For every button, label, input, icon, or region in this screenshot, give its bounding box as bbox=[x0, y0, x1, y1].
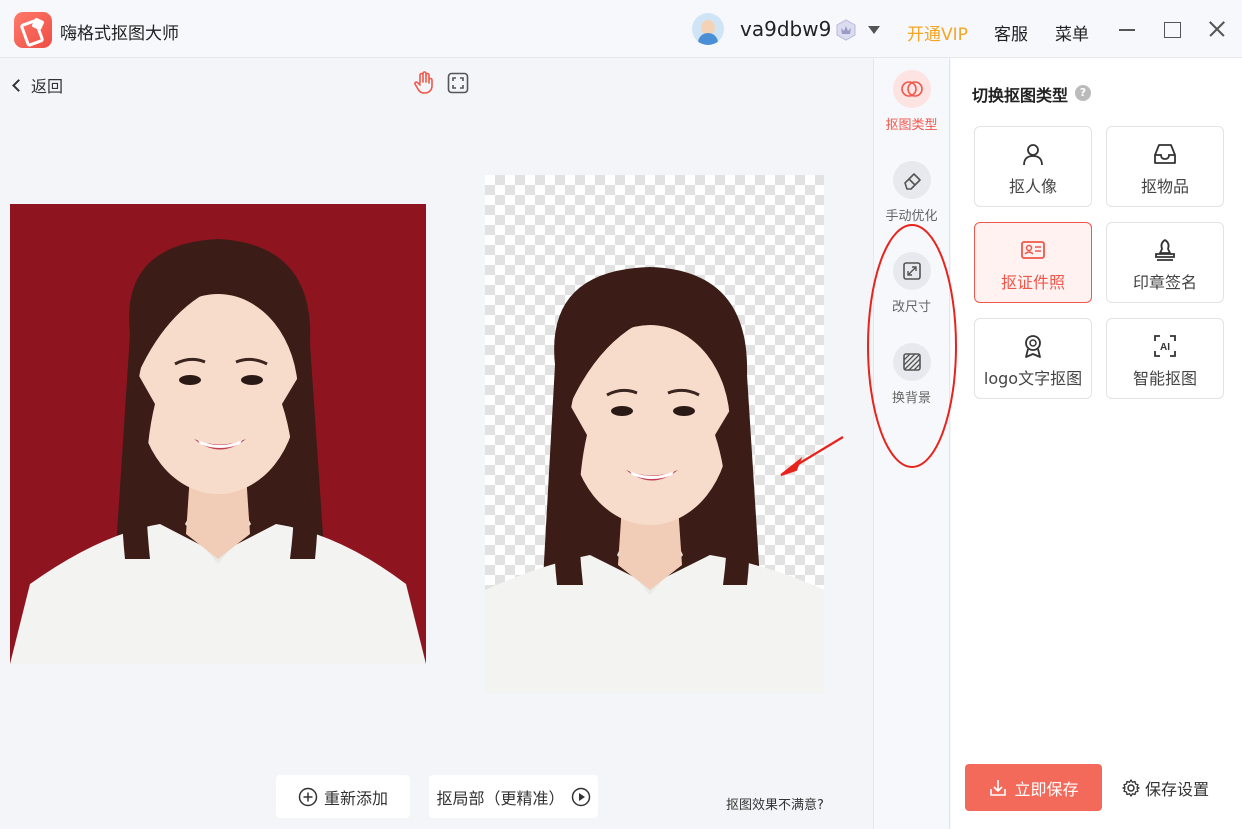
save-settings-label: 保存设置 bbox=[1145, 780, 1210, 799]
panel-title: 切换抠图类型 bbox=[972, 86, 1069, 105]
resize-icon bbox=[892, 252, 931, 290]
inbox-icon bbox=[1154, 144, 1176, 164]
tool-cutout-type[interactable]: 抠图类型 bbox=[874, 70, 949, 133]
open-vip-link[interactable]: 开通VIP bbox=[907, 20, 968, 45]
customer-service-link[interactable]: 客服 bbox=[994, 20, 1028, 45]
portrait-cutout-image bbox=[485, 267, 824, 693]
stamp-icon bbox=[1155, 239, 1175, 261]
back-label: 返回 bbox=[31, 77, 64, 96]
gear-icon bbox=[1122, 779, 1140, 797]
back-button[interactable]: 返回 bbox=[12, 73, 64, 97]
person-icon bbox=[1023, 144, 1043, 166]
portrait-original-image bbox=[10, 204, 426, 664]
title-bar: 嗨格式抠图大师 va9dbw9 开通VIP 客服 菜单 bbox=[0, 0, 1242, 58]
hand-icon[interactable] bbox=[413, 71, 435, 95]
username[interactable]: va9dbw9 bbox=[740, 17, 831, 41]
maximize-icon[interactable] bbox=[1161, 18, 1183, 40]
minimize-icon[interactable] bbox=[1116, 18, 1138, 40]
type-label: 智能抠图 bbox=[1132, 369, 1197, 388]
tool-label: 手动优化 bbox=[885, 209, 938, 224]
app-title: 嗨格式抠图大师 bbox=[60, 24, 179, 44]
chevron-down-icon[interactable] bbox=[868, 26, 880, 34]
type-label: 印章签名 bbox=[1132, 273, 1197, 292]
type-label: 抠物品 bbox=[1140, 177, 1189, 196]
original-photo bbox=[10, 204, 426, 664]
fullscreen-icon[interactable] bbox=[447, 72, 469, 94]
type-object[interactable]: 抠物品 bbox=[1106, 126, 1224, 207]
background-icon bbox=[892, 343, 931, 381]
ai-icon: AI bbox=[1154, 335, 1176, 357]
tool-label: 换背景 bbox=[891, 391, 931, 406]
readd-label: 重新添加 bbox=[323, 788, 388, 808]
cutout-type-icon bbox=[892, 70, 931, 108]
save-now-button[interactable]: 立即保存 bbox=[965, 764, 1102, 811]
type-stamp-signature[interactable]: 印章签名 bbox=[1106, 222, 1224, 303]
partial-cutout-label: 抠局部（更精准） bbox=[436, 788, 565, 808]
tool-label: 抠图类型 bbox=[885, 118, 938, 133]
avatar[interactable] bbox=[692, 13, 724, 45]
help-icon[interactable]: ? bbox=[1075, 85, 1091, 101]
type-label: logo文字抠图 bbox=[983, 369, 1083, 388]
play-circle-icon bbox=[571, 787, 590, 806]
save-settings-button[interactable]: 保存设置 bbox=[1121, 776, 1209, 800]
id-card-icon bbox=[1021, 241, 1045, 259]
type-portrait[interactable]: 抠人像 bbox=[974, 126, 1092, 207]
type-label: 抠证件照 bbox=[1000, 273, 1065, 292]
readd-button[interactable]: 重新添加 bbox=[276, 775, 410, 818]
unsatisfied-link[interactable]: 抠图效果不满意? bbox=[726, 794, 824, 813]
plus-circle-icon bbox=[298, 787, 318, 806]
tool-manual-optimize[interactable]: 手动优化 bbox=[874, 161, 949, 224]
type-label: 抠人像 bbox=[1008, 177, 1057, 196]
save-now-label: 立即保存 bbox=[1014, 779, 1079, 799]
chevron-left-icon bbox=[12, 79, 25, 92]
vip-badge-icon bbox=[836, 19, 856, 41]
type-logo-text[interactable]: logo文字抠图 bbox=[974, 318, 1092, 399]
type-smart[interactable]: AI 智能抠图 bbox=[1106, 318, 1224, 399]
type-id-photo[interactable]: 抠证件照 bbox=[974, 222, 1092, 303]
svg-text:AI: AI bbox=[1160, 342, 1170, 353]
eraser-icon bbox=[892, 161, 931, 199]
tool-change-background[interactable]: 换背景 bbox=[874, 343, 949, 406]
download-icon bbox=[990, 779, 1007, 796]
tool-resize[interactable]: 改尺寸 bbox=[874, 252, 949, 315]
cutout-type-panel: 切换抠图类型 ? 抠人像 抠物品 抠证件照 印章签名 logo文字抠图 AI 智… bbox=[951, 58, 1242, 829]
tool-column: 抠图类型 手动优化 改尺寸 换背景 bbox=[873, 58, 950, 829]
tool-label: 改尺寸 bbox=[891, 300, 931, 315]
partial-cutout-button[interactable]: 抠局部（更精准） bbox=[429, 775, 598, 818]
menu-link[interactable]: 菜单 bbox=[1055, 20, 1089, 45]
result-photo bbox=[485, 175, 824, 693]
badge-icon bbox=[1025, 335, 1041, 358]
app-logo-icon bbox=[14, 12, 52, 48]
close-icon[interactable] bbox=[1206, 18, 1228, 40]
